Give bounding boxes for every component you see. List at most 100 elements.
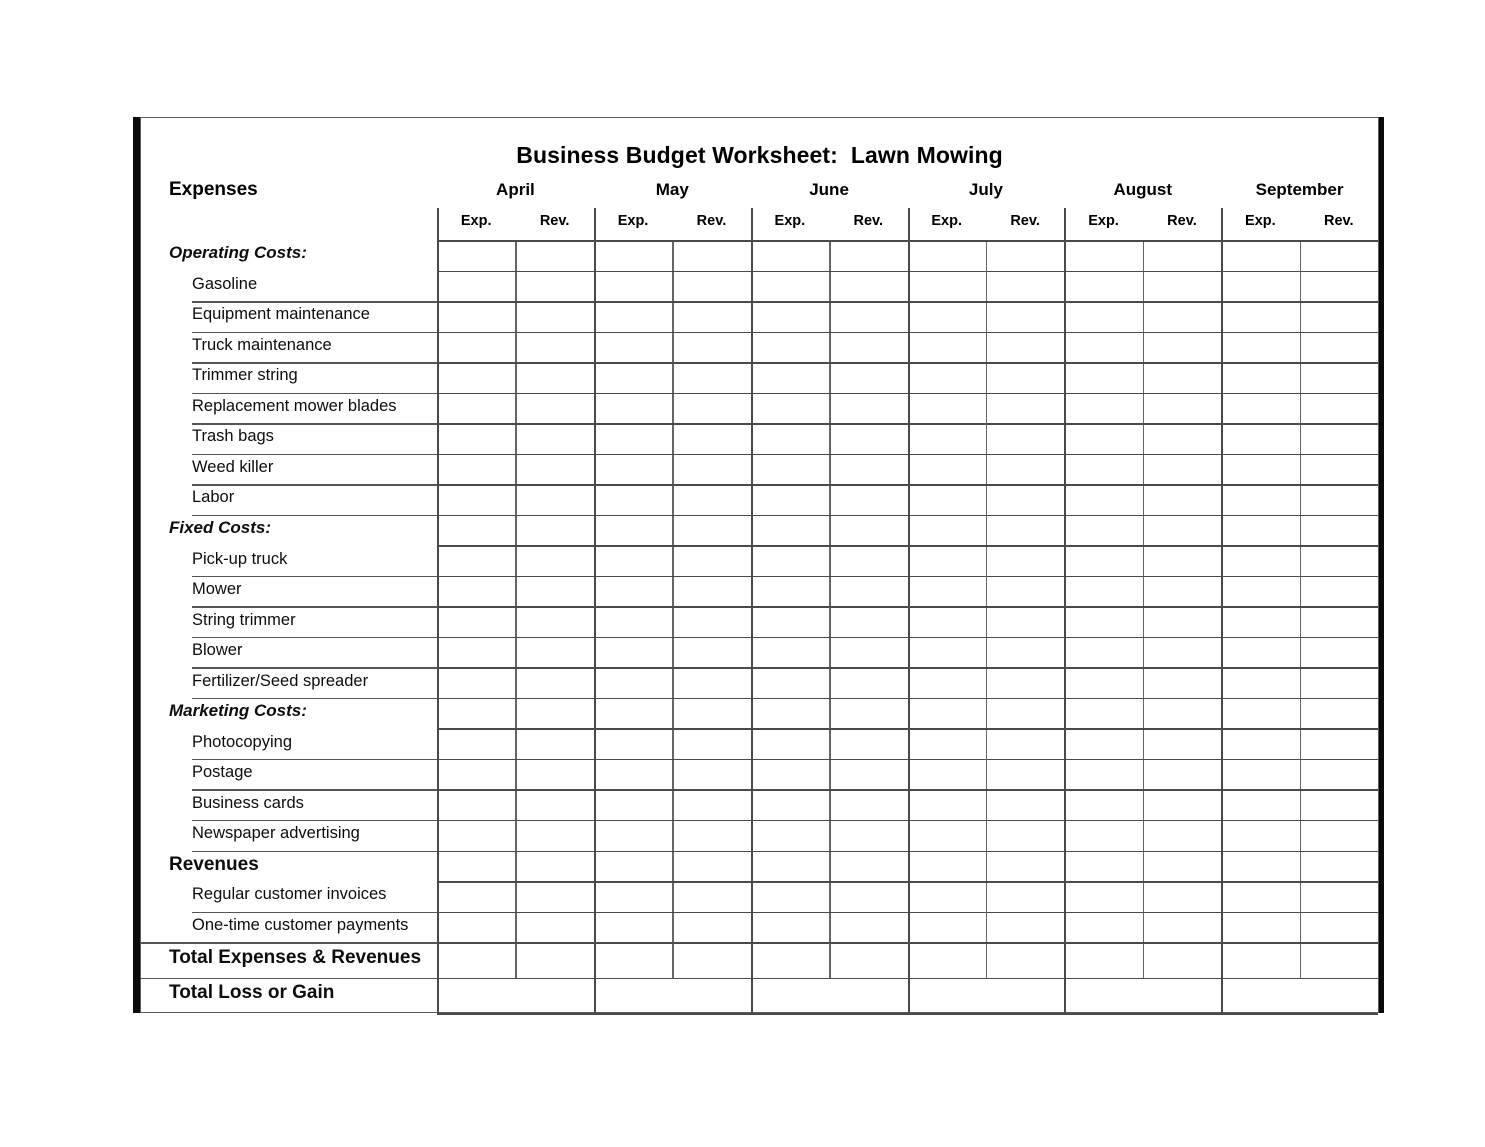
entry-cell[interactable] [909, 546, 985, 575]
entry-cell[interactable] [1222, 333, 1298, 362]
entry-cell[interactable] [1222, 943, 1298, 976]
entry-cell[interactable] [595, 333, 671, 362]
entry-cell[interactable] [1222, 821, 1298, 850]
entry-cell[interactable] [438, 979, 593, 1012]
entry-cell[interactable] [1144, 302, 1220, 331]
entry-cell[interactable] [516, 943, 592, 976]
entry-cell[interactable] [987, 638, 1063, 667]
entry-cell[interactable] [830, 302, 906, 331]
entry-cell[interactable] [1065, 979, 1220, 1012]
entry-cell[interactable] [1222, 882, 1298, 911]
entry-cell[interactable] [673, 943, 749, 976]
entry-cell[interactable] [752, 272, 828, 301]
entry-cell[interactable] [1301, 790, 1377, 819]
entry-cell[interactable] [1301, 882, 1377, 911]
entry-cell[interactable] [1222, 302, 1298, 331]
entry-cell[interactable] [909, 790, 985, 819]
entry-cell[interactable] [1065, 363, 1141, 392]
entry-cell[interactable] [516, 546, 592, 575]
entry-cell[interactable] [909, 302, 985, 331]
entry-cell[interactable] [987, 363, 1063, 392]
entry-cell[interactable] [830, 943, 906, 976]
entry-cell[interactable] [909, 979, 1064, 1012]
entry-cell[interactable] [1144, 455, 1220, 484]
entry-cell[interactable] [516, 638, 592, 667]
entry-cell[interactable] [595, 729, 671, 758]
entry-cell[interactable] [595, 302, 671, 331]
entry-cell[interactable] [1065, 394, 1141, 423]
entry-cell[interactable] [673, 577, 749, 606]
entry-cell[interactable] [673, 913, 749, 942]
entry-cell[interactable] [673, 638, 749, 667]
entry-cell[interactable] [673, 607, 749, 636]
entry-cell[interactable] [909, 485, 985, 514]
entry-cell[interactable] [909, 943, 985, 976]
entry-cell[interactable] [1222, 394, 1298, 423]
entry-cell[interactable] [1144, 546, 1220, 575]
entry-cell[interactable] [1065, 729, 1141, 758]
entry-cell[interactable] [1301, 455, 1377, 484]
entry-cell[interactable] [909, 394, 985, 423]
entry-cell[interactable] [987, 302, 1063, 331]
entry-cell[interactable] [1301, 363, 1377, 392]
entry-cell[interactable] [438, 913, 514, 942]
entry-cell[interactable] [1301, 638, 1377, 667]
entry-cell[interactable] [516, 577, 592, 606]
entry-cell[interactable] [438, 272, 514, 301]
entry-cell[interactable] [1144, 882, 1220, 911]
entry-cell[interactable] [752, 913, 828, 942]
entry-cell[interactable] [1301, 607, 1377, 636]
entry-cell[interactable] [438, 790, 514, 819]
entry-cell[interactable] [987, 790, 1063, 819]
entry-cell[interactable] [752, 577, 828, 606]
entry-cell[interactable] [1301, 333, 1377, 362]
entry-cell[interactable] [673, 790, 749, 819]
entry-cell[interactable] [438, 394, 514, 423]
entry-cell[interactable] [909, 363, 985, 392]
entry-cell[interactable] [595, 485, 671, 514]
entry-cell[interactable] [830, 729, 906, 758]
entry-cell[interactable] [752, 546, 828, 575]
entry-cell[interactable] [1301, 943, 1377, 976]
entry-cell[interactable] [830, 272, 906, 301]
entry-cell[interactable] [1144, 485, 1220, 514]
entry-cell[interactable] [1065, 485, 1141, 514]
entry-cell[interactable] [909, 455, 985, 484]
entry-cell[interactable] [1065, 272, 1141, 301]
entry-cell[interactable] [752, 302, 828, 331]
entry-cell[interactable] [673, 394, 749, 423]
entry-cell[interactable] [1301, 760, 1377, 789]
entry-cell[interactable] [830, 913, 906, 942]
entry-cell[interactable] [752, 638, 828, 667]
entry-cell[interactable] [673, 760, 749, 789]
entry-cell[interactable] [1065, 546, 1141, 575]
entry-cell[interactable] [987, 729, 1063, 758]
entry-cell[interactable] [752, 943, 828, 976]
entry-cell[interactable] [516, 821, 592, 850]
entry-cell[interactable] [516, 333, 592, 362]
entry-cell[interactable] [1301, 485, 1377, 514]
entry-cell[interactable] [438, 424, 514, 453]
entry-cell[interactable] [673, 485, 749, 514]
entry-cell[interactable] [1065, 455, 1141, 484]
entry-cell[interactable] [673, 302, 749, 331]
entry-cell[interactable] [830, 455, 906, 484]
entry-cell[interactable] [438, 821, 514, 850]
entry-cell[interactable] [673, 882, 749, 911]
entry-cell[interactable] [1065, 333, 1141, 362]
entry-cell[interactable] [438, 485, 514, 514]
entry-cell[interactable] [438, 729, 514, 758]
entry-cell[interactable] [1065, 607, 1141, 636]
entry-cell[interactable] [595, 979, 750, 1012]
entry-cell[interactable] [595, 363, 671, 392]
entry-cell[interactable] [909, 424, 985, 453]
entry-cell[interactable] [752, 760, 828, 789]
entry-cell[interactable] [1301, 394, 1377, 423]
entry-cell[interactable] [752, 607, 828, 636]
entry-cell[interactable] [673, 333, 749, 362]
entry-cell[interactable] [438, 455, 514, 484]
entry-cell[interactable] [909, 272, 985, 301]
entry-cell[interactable] [516, 272, 592, 301]
entry-cell[interactable] [438, 760, 514, 789]
entry-cell[interactable] [830, 485, 906, 514]
